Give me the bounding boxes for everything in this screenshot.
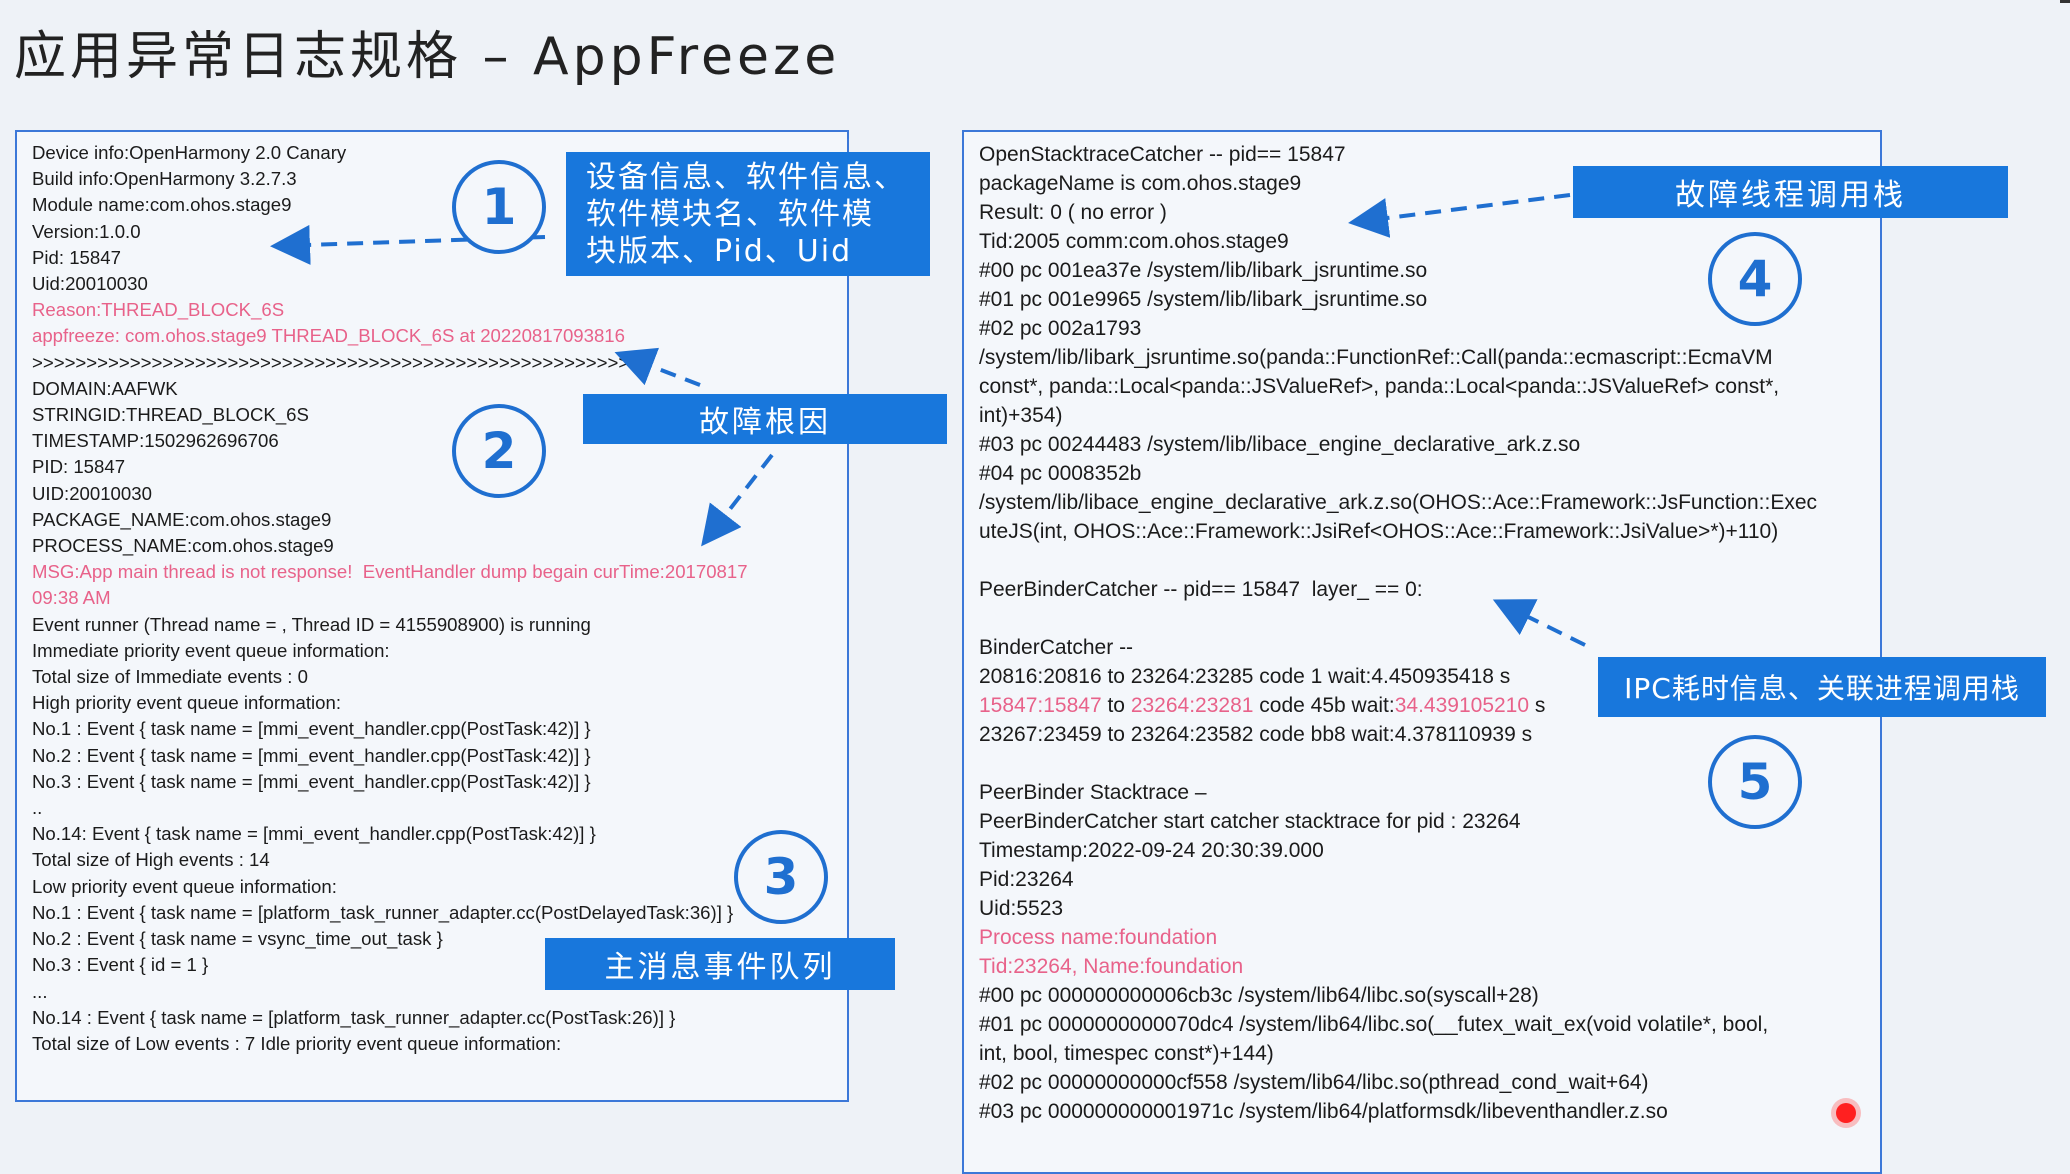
- log-line: Timestamp:2022-09-24 20:30:39.000: [979, 839, 1324, 862]
- callout-fault-thread-stack: 故障线程调用栈: [1573, 166, 2008, 218]
- log-segment: to: [1101, 694, 1131, 717]
- callout-main-event-queue: 主消息事件队列: [545, 938, 895, 990]
- log-line: int, bool, timespec const*)+144): [979, 1042, 1274, 1065]
- log-line: uteJS(int, OHOS::Ace::Framework::JsiRef<…: [979, 520, 1779, 543]
- log-line: Tid:2005 comm:com.ohos.stage9: [979, 230, 1289, 253]
- log-line: appfreeze: com.ohos.stage9 THREAD_BLOCK_…: [32, 325, 625, 347]
- log-line: No.3 : Event { task name = [mmi_event_ha…: [32, 770, 591, 792]
- page-title: 应用异常日志规格 – AppFreeze: [14, 27, 841, 87]
- callout-ipc-info: IPC耗时信息、关联进程调用栈: [1598, 657, 2046, 717]
- log-line: #00 pc 000000000006cb3c /system/lib64/li…: [979, 984, 1539, 1007]
- log-line: OpenStacktraceCatcher -- pid== 15847: [979, 143, 1346, 166]
- log-line: No.1 : Event { task name = [mmi_event_ha…: [32, 718, 591, 740]
- log-line: MSG:App main thread is not response! Eve…: [32, 561, 748, 583]
- log-line: [979, 749, 1817, 778]
- log-line: /system/lib/libark_jsruntime.so(panda::F…: [979, 346, 1773, 369]
- log-line: Low priority event queue information:: [32, 875, 337, 897]
- callout-line: 块版本、Pid、Uid: [586, 233, 853, 269]
- log-segment: 34.439105210: [1394, 694, 1530, 717]
- log-line: UID:20010030: [32, 482, 152, 504]
- log-line: Uid:5523: [979, 897, 1064, 920]
- log-line: #01 pc 0000000000070dc4 /system/lib64/li…: [979, 1013, 1769, 1036]
- record-indicator-icon: [1836, 1103, 1856, 1123]
- log-line: No.2 : Event { task name = [mmi_event_ha…: [32, 744, 591, 766]
- step-badge-3: 3: [734, 830, 828, 924]
- log-line: No.14: Event { task name = [mmi_event_ha…: [32, 823, 596, 845]
- log-line: No.1 : Event { task name = [platform_tas…: [32, 901, 734, 923]
- log-line: #02 pc 00000000000cf558 /system/lib64/li…: [979, 1071, 1649, 1094]
- log-line: Total size of Low events : 7 Idle priori…: [32, 1032, 562, 1054]
- log-line: #01 pc 001e9965 /system/lib/libark_jsrun…: [979, 288, 1428, 311]
- log-line: 23267:23459 to 23264:23582 code bb8 wait…: [979, 723, 1533, 746]
- log-line: PACKAGE_NAME:com.ohos.stage9: [32, 508, 332, 530]
- log-line: Immediate priority event queue informati…: [32, 639, 390, 661]
- log-line: Process name:foundation: [979, 926, 1218, 949]
- log-line: Reason:THREAD_BLOCK_6S: [32, 299, 285, 321]
- log-line: No.14 : Event { task name = [platform_ta…: [32, 1006, 676, 1028]
- log-line: #03 pc 00244483 /system/lib/libace_engin…: [979, 433, 1581, 456]
- log-line: PeerBinderCatcher -- pid== 15847 layer_ …: [979, 578, 1423, 601]
- log-line: #04 pc 0008352b: [979, 462, 1142, 485]
- log-line: PeerBinder Stacktrace –: [979, 781, 1207, 804]
- appfreeze-log: Device info:OpenHarmony 2.0 Canary Build …: [32, 140, 748, 1057]
- log-line: 09:38 AM: [32, 587, 111, 609]
- log-line: PeerBinderCatcher start catcher stacktra…: [979, 810, 1521, 833]
- log-line: PROCESS_NAME:com.ohos.stage9: [32, 535, 334, 557]
- step-badge-4: 4: [1708, 232, 1802, 326]
- log-segment: s: [1529, 694, 1546, 717]
- log-segment: code 45b wait:: [1253, 694, 1395, 717]
- log-line: #03 pc 000000000001971c /system/lib64/pl…: [979, 1100, 1668, 1123]
- log-line: >>>>>>>>>>>>>>>>>>>>>>>>>>>>>>>>>>>>>>>>…: [32, 351, 641, 373]
- step-badge-2: 2: [452, 404, 546, 498]
- log-segment: 15847:15847: [979, 694, 1102, 717]
- callout-device-info: 设备信息、软件信息、 软件模块名、软件模 块版本、Pid、Uid: [566, 152, 930, 276]
- log-line: ..: [32, 797, 43, 819]
- log-line: /system/lib/libace_engine_declarative_ar…: [979, 491, 1818, 514]
- callout-line: 软件模块名、软件模: [586, 196, 874, 232]
- log-segment: 23264:23281: [1130, 694, 1254, 717]
- log-line: [979, 604, 1817, 633]
- log-line: #00 pc 001ea37e /system/lib/libark_jsrun…: [979, 259, 1428, 282]
- log-line: [979, 546, 1817, 575]
- log-line: const*, panda::Local<panda::JSValueRef>,…: [979, 375, 1780, 398]
- stacktrace-log: OpenStacktraceCatcher -- pid== 15847 pack…: [979, 140, 1817, 1126]
- log-line: High priority event queue information:: [32, 692, 342, 714]
- log-line: Tid:23264, Name:foundation: [979, 955, 1244, 978]
- step-badge-1: 1: [452, 160, 546, 254]
- log-line: #02 pc 002a1793: [979, 317, 1142, 340]
- log-line: Event runner (Thread name = , Thread ID …: [32, 613, 591, 635]
- log-line: Pid:23264: [979, 868, 1074, 891]
- callout-root-cause: 故障根因: [583, 394, 947, 444]
- step-badge-5: 5: [1708, 735, 1802, 829]
- log-line: Total size of High events : 14: [32, 849, 270, 871]
- callout-line: 设备信息、软件信息、: [586, 159, 906, 195]
- log-line: PID: 15847: [32, 456, 126, 478]
- corner-mark: [2060, 0, 2070, 9]
- log-line: int)+354): [979, 404, 1063, 427]
- log-line: Total size of Immediate events : 0: [32, 666, 308, 688]
